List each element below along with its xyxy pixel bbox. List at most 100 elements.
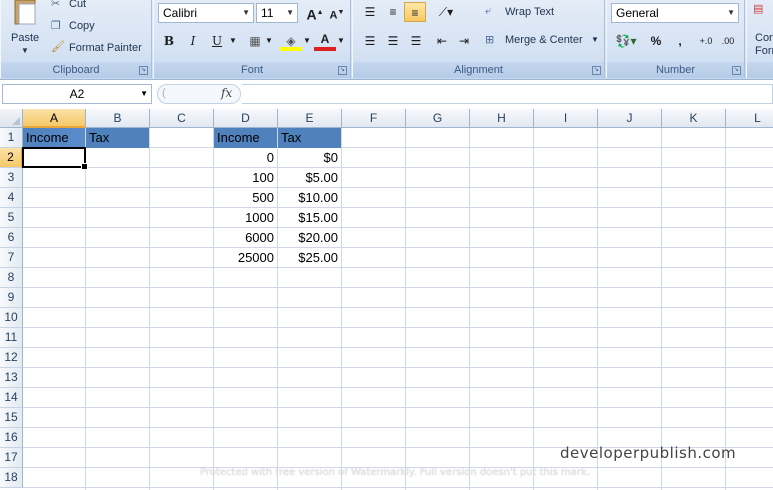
italic-icon[interactable]: I <box>182 31 204 51</box>
row-header-1[interactable]: 1 <box>0 128 23 148</box>
align-left-icon[interactable]: ☰ <box>359 31 381 51</box>
column-header-c[interactable]: C <box>150 109 214 128</box>
cell-b1[interactable]: Tax <box>86 128 149 148</box>
format-painter-label: Format Painter <box>69 42 142 54</box>
row-header-15[interactable]: 15 <box>0 408 23 428</box>
wrap-text-button[interactable]: ⤶ Wrap Text <box>483 3 601 23</box>
font-size-combo[interactable]: 11 ▼ <box>256 3 298 23</box>
align-bottom-icon[interactable]: ≡ <box>404 2 426 22</box>
cell-d5[interactable]: 1000 <box>214 208 277 228</box>
dialog-launcher-icon[interactable]: ↘ <box>592 66 601 75</box>
increase-decimal-icon[interactable]: +.0 <box>695 31 717 51</box>
formula-input[interactable] <box>242 84 773 104</box>
column-header-a[interactable]: A <box>23 109 86 128</box>
cut-button[interactable]: ✂ Cut <box>51 0 111 16</box>
row-header-17[interactable]: 17 <box>0 448 23 468</box>
column-header-i[interactable]: I <box>534 109 598 128</box>
chevron-down-icon[interactable]: ▼ <box>336 31 346 51</box>
insert-function-icon[interactable]: fx <box>221 86 232 100</box>
row-header-2[interactable]: 2 <box>0 148 23 168</box>
row-header-9[interactable]: 9 <box>0 288 23 308</box>
increase-indent-icon[interactable]: ⇥ <box>453 31 475 51</box>
row-header-16[interactable]: 16 <box>0 428 23 448</box>
column-header-d[interactable]: D <box>214 109 278 128</box>
borders-icon[interactable]: ▦ <box>244 31 266 51</box>
align-center-icon[interactable]: ☰ <box>382 31 404 51</box>
chevron-down-icon[interactable]: ▼ <box>140 85 148 103</box>
column-header-j[interactable]: J <box>598 109 662 128</box>
chevron-down-icon[interactable]: ▼ <box>264 31 274 51</box>
chevron-down-icon[interactable]: ▼ <box>302 31 312 51</box>
row-header-11[interactable]: 11 <box>0 328 23 348</box>
conditional-formatting-button[interactable]: ▤ Con Form <box>749 0 773 60</box>
row-header-4[interactable]: 4 <box>0 188 23 208</box>
row-header-10[interactable]: 10 <box>0 308 23 328</box>
align-middle-icon[interactable]: ≡ <box>382 2 404 22</box>
merge-center-button[interactable]: ⊞ Merge & Center ▼ <box>483 31 601 51</box>
cell-a1[interactable]: Income <box>23 128 85 148</box>
dialog-launcher-icon[interactable]: ↘ <box>139 66 148 75</box>
row-header-6[interactable]: 6 <box>0 228 23 248</box>
cell-e5[interactable]: $15.00 <box>278 208 341 228</box>
align-right-icon[interactable]: ☰ <box>405 31 427 51</box>
select-all-button[interactable] <box>0 109 23 128</box>
format-painter-button[interactable]: 🖌 Format Painter <box>51 40 151 56</box>
font-color-icon[interactable]: A <box>314 31 336 51</box>
row-header-7[interactable]: 7 <box>0 248 23 268</box>
row-header-14[interactable]: 14 <box>0 388 23 408</box>
column-header-e[interactable]: E <box>278 109 342 128</box>
bold-icon[interactable]: B <box>158 31 180 51</box>
cell-d3[interactable]: 100 <box>214 168 277 188</box>
cell-e6[interactable]: $20.00 <box>278 228 341 248</box>
row-header-12[interactable]: 12 <box>0 348 23 368</box>
underline-icon[interactable]: U <box>206 31 228 51</box>
cell-d4[interactable]: 500 <box>214 188 277 208</box>
row-header-18[interactable]: 18 <box>0 468 23 488</box>
cell-d2[interactable]: 0 <box>214 148 277 168</box>
font-name-combo[interactable]: Calibri ▼ <box>158 3 254 23</box>
font-size-value: 11 <box>261 6 274 20</box>
dialog-launcher-icon[interactable]: ↘ <box>732 66 741 75</box>
column-header-k[interactable]: K <box>662 109 726 128</box>
number-format-combo[interactable]: General ▼ <box>611 3 739 23</box>
row-header-5[interactable]: 5 <box>0 208 23 228</box>
row-header-3[interactable]: 3 <box>0 168 23 188</box>
paintbrush-icon: 🖌 <box>51 41 65 53</box>
cell-d6[interactable]: 6000 <box>214 228 277 248</box>
accounting-format-icon[interactable]: 💱▾ <box>611 31 641 51</box>
cell-e3[interactable]: $5.00 <box>278 168 341 188</box>
gridline-vertical <box>405 128 406 490</box>
cell-e2[interactable]: $0 <box>278 148 341 168</box>
dialog-launcher-icon[interactable]: ↘ <box>338 66 347 75</box>
grow-font-icon[interactable]: A▲ <box>304 3 326 23</box>
copy-button[interactable]: ❐ Copy <box>51 19 111 35</box>
cell-e4[interactable]: $10.00 <box>278 188 341 208</box>
font-group-label: Font <box>154 62 350 78</box>
cell-d7[interactable]: 25000 <box>214 248 277 268</box>
protected-watermark: Protected with free version of Watermark… <box>200 467 590 478</box>
row-header-13[interactable]: 13 <box>0 368 23 388</box>
gridline-vertical <box>149 128 150 490</box>
fill-color-icon[interactable]: ◈ <box>280 31 302 51</box>
column-header-g[interactable]: G <box>406 109 470 128</box>
decrease-decimal-icon[interactable]: .00 <box>717 31 739 51</box>
comma-style-button[interactable]: , <box>669 31 691 51</box>
cell-e1[interactable]: Tax <box>278 128 341 148</box>
orientation-icon[interactable]: ⟋▾ <box>431 2 461 22</box>
cell-d1[interactable]: Income <box>214 128 277 148</box>
paste-button[interactable]: Paste ▼ <box>5 0 45 60</box>
name-box[interactable]: A2 ▼ <box>2 84 152 104</box>
chevron-down-icon[interactable]: ▼ <box>228 31 238 51</box>
percent-style-button[interactable]: % <box>645 31 667 51</box>
chevron-down-icon[interactable]: ▼ <box>21 46 29 55</box>
decrease-indent-icon[interactable]: ⇤ <box>431 31 453 51</box>
cell-e7[interactable]: $25.00 <box>278 248 341 268</box>
column-header-f[interactable]: F <box>342 109 406 128</box>
column-header-h[interactable]: H <box>470 109 534 128</box>
row-header-8[interactable]: 8 <box>0 268 23 288</box>
shrink-font-icon[interactable]: A▼ <box>326 3 348 23</box>
active-cell-cursor[interactable] <box>22 147 88 170</box>
align-top-icon[interactable]: ☰ <box>359 2 381 22</box>
column-header-l[interactable]: L <box>726 109 773 128</box>
column-header-b[interactable]: B <box>86 109 150 128</box>
